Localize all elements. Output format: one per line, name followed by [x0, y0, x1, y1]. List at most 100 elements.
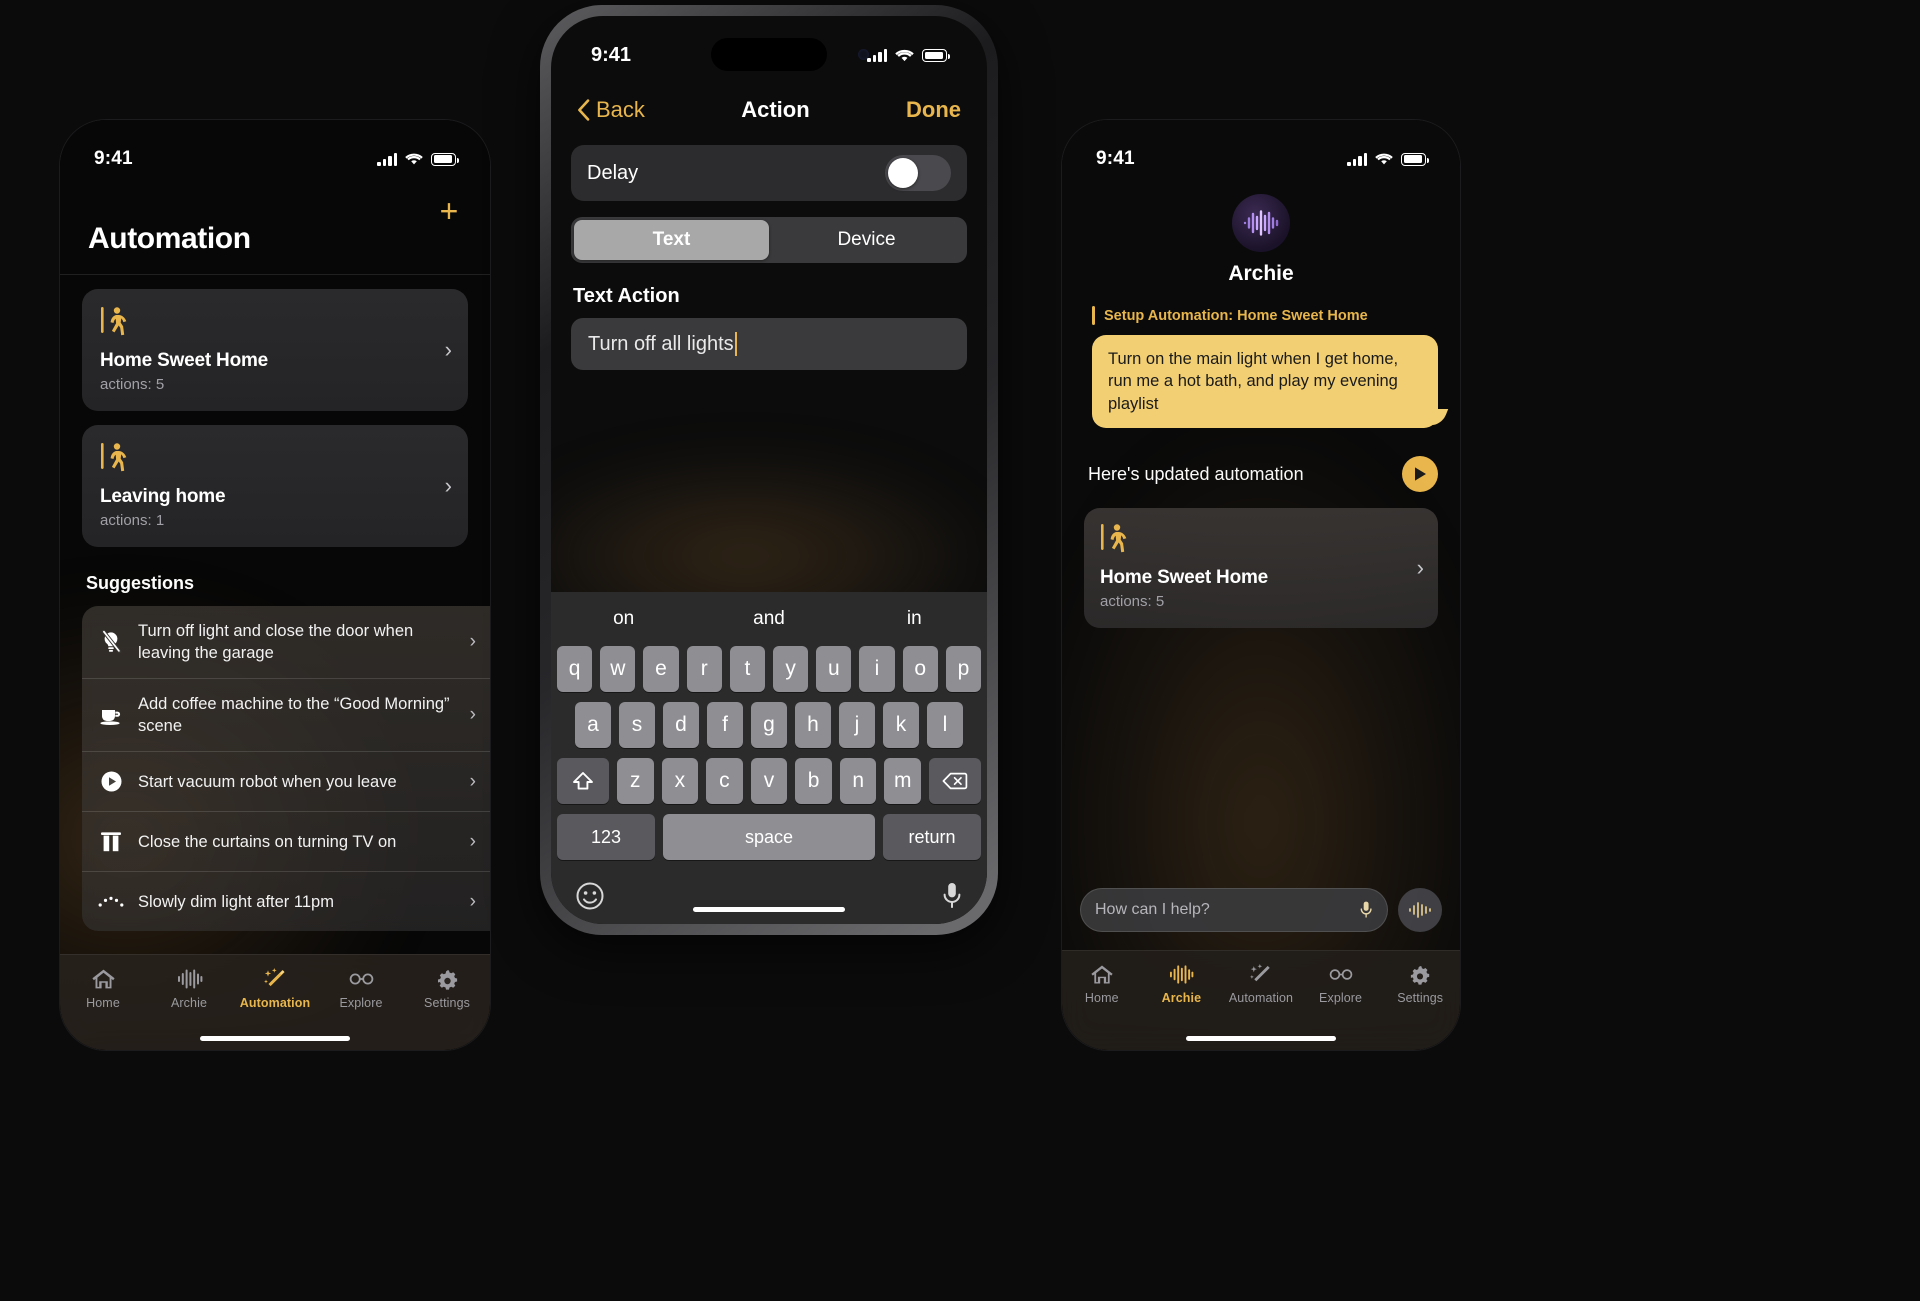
- key-v[interactable]: v: [750, 758, 788, 804]
- suggestion-text: Close the curtains on turning TV on: [138, 832, 397, 851]
- dynamic-island: [711, 38, 869, 71]
- ask-field[interactable]: [1080, 888, 1388, 932]
- key-r[interactable]: r: [686, 646, 722, 692]
- key-q[interactable]: q: [556, 646, 593, 692]
- house-icon: [1091, 965, 1113, 984]
- key-w[interactable]: w: [600, 646, 636, 692]
- key-x[interactable]: x: [661, 758, 699, 804]
- key-h[interactable]: h: [795, 702, 831, 748]
- tab-explore[interactable]: Explore: [1301, 963, 1381, 1005]
- chevron-right-icon: ›: [469, 770, 476, 792]
- key-a[interactable]: a: [575, 702, 611, 748]
- key-z[interactable]: z: [616, 758, 654, 804]
- center-phone-action-editor: 9:41 Back Action Done Delay Text Device …: [540, 5, 998, 935]
- tab-label: Settings: [424, 996, 470, 1010]
- key-o[interactable]: o: [902, 646, 938, 692]
- wifi-icon: [1375, 153, 1393, 165]
- key-u[interactable]: u: [816, 646, 852, 692]
- suggestion-text: Start vacuum robot when you leave: [138, 772, 397, 791]
- key-t[interactable]: t: [729, 646, 765, 692]
- key-m[interactable]: m: [884, 758, 922, 804]
- play-button[interactable]: [1402, 456, 1438, 493]
- tab-automation[interactable]: Automation: [1221, 963, 1301, 1005]
- left-header: + Automation: [60, 176, 490, 274]
- key-y[interactable]: y: [773, 646, 809, 692]
- dim-light-icon: [98, 889, 124, 915]
- key-s[interactable]: s: [619, 702, 655, 748]
- suggestion-row[interactable]: Start vacuum robot when you leave ›: [82, 751, 490, 811]
- cellular-bars-icon: [377, 152, 397, 166]
- backspace-key[interactable]: [929, 758, 982, 804]
- shift-key[interactable]: [556, 758, 609, 804]
- numbers-key[interactable]: 123: [557, 814, 655, 860]
- page-title: Automation: [88, 222, 251, 255]
- key-i[interactable]: i: [859, 646, 895, 692]
- action-type-segmented-control: Text Device: [571, 217, 967, 263]
- text-cursor: [734, 332, 737, 356]
- delay-label: Delay: [587, 161, 639, 184]
- key-e[interactable]: e: [643, 646, 679, 692]
- nav-title: Action: [741, 97, 810, 122]
- tab-settings[interactable]: Settings: [404, 967, 490, 1010]
- add-automation-button[interactable]: +: [436, 195, 462, 227]
- tab-settings[interactable]: Settings: [1380, 963, 1460, 1005]
- suggestion-row[interactable]: Turn off light and close the door when l…: [82, 606, 490, 678]
- key-c[interactable]: c: [706, 758, 743, 804]
- play-circle-icon: [98, 769, 124, 795]
- key-b[interactable]: b: [795, 758, 832, 804]
- chevron-right-icon: ›: [444, 337, 452, 362]
- tab-explore[interactable]: Explore: [318, 967, 404, 1010]
- magic-wand-icon: [263, 968, 285, 987]
- tab-home[interactable]: Home: [60, 967, 146, 1010]
- status-bar: 9:41: [60, 120, 490, 176]
- automation-card-home-sweet-home[interactable]: Home Sweet Home actions: 5 ›: [82, 289, 468, 411]
- play-triangle-icon: [1415, 467, 1426, 481]
- navigation-bar: Back Action Done: [551, 67, 987, 141]
- microphone-icon[interactable]: [941, 881, 963, 911]
- key-j[interactable]: j: [839, 702, 875, 748]
- key-p[interactable]: p: [945, 646, 982, 692]
- screenshot-stage: 9:41 + Automation Home Sweet Home action…: [0, 0, 1920, 1301]
- done-button[interactable]: Done: [906, 97, 961, 123]
- segment-text[interactable]: Text: [574, 220, 769, 260]
- suggestion-word[interactable]: in: [842, 608, 987, 630]
- microphone-icon[interactable]: [1359, 899, 1373, 921]
- return-key[interactable]: return: [883, 814, 981, 860]
- segment-device[interactable]: Device: [769, 220, 964, 260]
- home-indicator: [200, 1036, 350, 1041]
- key-k[interactable]: k: [883, 702, 919, 748]
- tab-label: Archie: [1161, 991, 1202, 1005]
- shift-up-icon: [573, 772, 593, 790]
- chevron-right-icon: ›: [469, 890, 476, 912]
- ask-input[interactable]: [1095, 901, 1359, 919]
- tab-home[interactable]: Home: [1062, 963, 1142, 1005]
- suggestion-word[interactable]: on: [551, 608, 696, 630]
- suggestion-row[interactable]: Slowly dim light after 11pm ›: [82, 871, 490, 931]
- key-f[interactable]: f: [707, 702, 743, 748]
- left-screen: 9:41 + Automation Home Sweet Home action…: [60, 120, 490, 1050]
- automation-card-home-sweet-home[interactable]: Home Sweet Home actions: 5 ›: [1084, 508, 1438, 629]
- automation-card-leaving-home[interactable]: Leaving home actions: 1 ›: [82, 425, 468, 547]
- header-divider: [60, 274, 490, 275]
- tab-archie[interactable]: Archie: [1142, 963, 1222, 1005]
- keyboard-row-1: q w e r t y u i o p: [551, 646, 987, 692]
- center-screen: 9:41 Back Action Done Delay Text Device …: [551, 16, 987, 924]
- tab-archie[interactable]: Archie: [146, 967, 232, 1010]
- setup-automation-label: Setup Automation: Home Sweet Home: [1092, 306, 1438, 325]
- space-key[interactable]: space: [663, 814, 875, 860]
- cellular-bars-icon: [1347, 152, 1367, 166]
- key-n[interactable]: n: [839, 758, 877, 804]
- key-g[interactable]: g: [751, 702, 787, 748]
- suggestion-row[interactable]: Close the curtains on turning TV on ›: [82, 811, 490, 871]
- key-l[interactable]: l: [927, 702, 963, 748]
- key-d[interactable]: d: [663, 702, 699, 748]
- suggestion-word[interactable]: and: [696, 608, 841, 630]
- text-action-input[interactable]: Turn off all lights: [571, 318, 967, 370]
- suggestion-row[interactable]: Add coffee machine to the “Good Morning”…: [82, 678, 490, 751]
- tab-automation[interactable]: Automation: [232, 967, 318, 1010]
- chevron-right-icon: ›: [444, 473, 452, 498]
- emoji-smiley-icon[interactable]: [575, 881, 605, 911]
- back-button[interactable]: Back: [577, 97, 645, 123]
- delay-toggle[interactable]: [885, 155, 951, 191]
- siri-orb-button[interactable]: [1398, 888, 1442, 932]
